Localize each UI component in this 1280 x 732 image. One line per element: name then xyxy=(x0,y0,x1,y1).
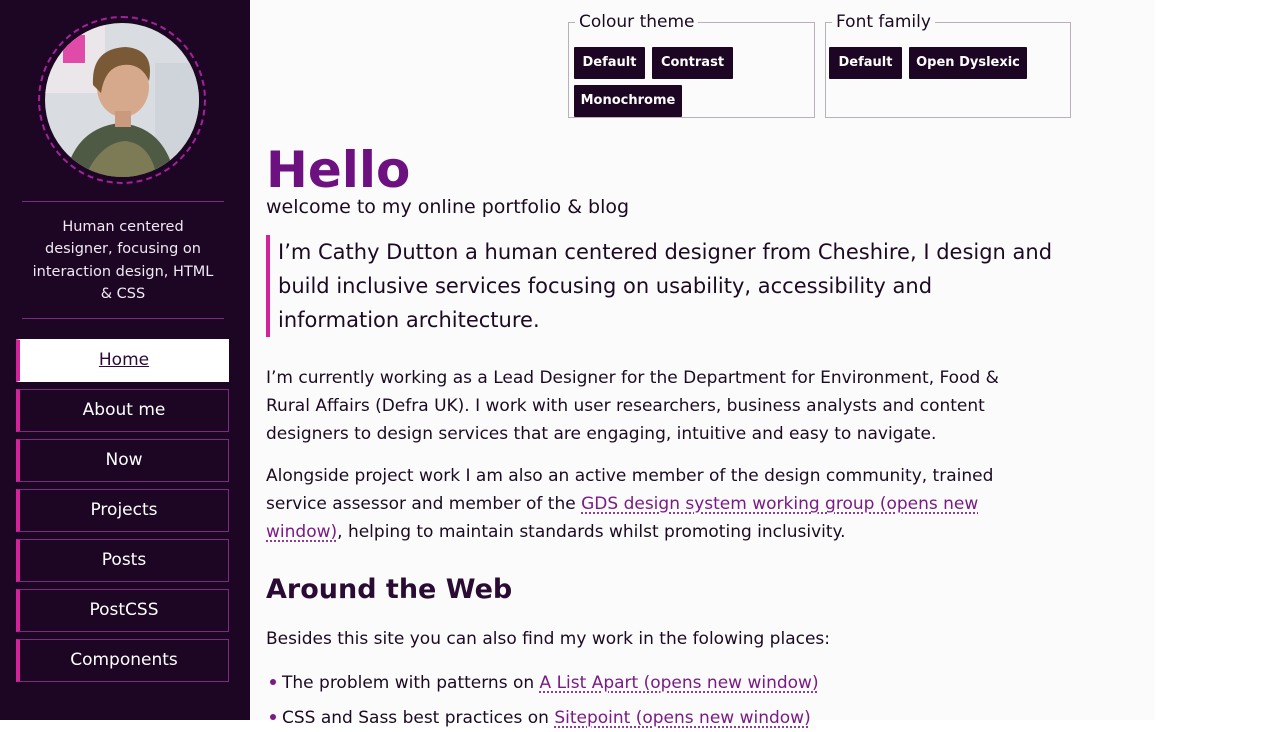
nav-posts[interactable]: Posts xyxy=(16,539,229,582)
nav-projects[interactable]: Projects xyxy=(16,489,229,532)
page-subtitle: welcome to my online portfolio & blog xyxy=(266,196,629,218)
intro-lead: I’m Cathy Dutton a human centered design… xyxy=(266,235,1056,337)
colour-monochrome-button[interactable]: Monochrome xyxy=(574,85,682,117)
colour-default-button[interactable]: Default xyxy=(574,47,645,79)
nav-about-me[interactable]: About me xyxy=(16,389,229,432)
sitepoint-link[interactable]: Sitepoint (opens new window) xyxy=(554,708,810,728)
avatar xyxy=(45,23,199,177)
paragraph-community: Alongside project work I am also an acti… xyxy=(266,462,1036,546)
list-item-text: The problem with patterns on xyxy=(282,673,540,693)
colour-theme-legend: Colour theme xyxy=(575,12,698,32)
list-item-text: CSS and Sass best practices on xyxy=(282,708,554,728)
font-default-button[interactable]: Default xyxy=(829,47,902,79)
sidebar-divider-bottom xyxy=(22,318,224,319)
nav-components[interactable]: Components xyxy=(16,639,229,682)
a-list-apart-link[interactable]: A List Apart (opens new window) xyxy=(540,673,819,693)
nav-postcss[interactable]: PostCSS xyxy=(16,589,229,632)
sidebar-divider-top xyxy=(22,201,224,202)
bullet-icon xyxy=(270,679,276,685)
paragraph-community-tail: , helping to maintain standards whilst p… xyxy=(337,522,845,542)
around-the-web-intro: Besides this site you can also find my w… xyxy=(266,625,1036,653)
nav-now[interactable]: Now xyxy=(16,439,229,482)
page-margin xyxy=(1155,0,1280,720)
nav-home[interactable]: Home xyxy=(16,339,229,382)
paragraph-role: I’m currently working as a Lead Designer… xyxy=(266,364,1036,448)
bullet-icon xyxy=(270,714,276,720)
list-item: The problem with patterns on A List Apar… xyxy=(266,669,819,697)
sidebar: Human centered designer, focusing on int… xyxy=(0,0,250,720)
font-open-dyslexic-button[interactable]: Open Dyslexic xyxy=(909,47,1027,79)
list-item: CSS and Sass best practices on Sitepoint… xyxy=(266,704,811,732)
page-title: Hello xyxy=(266,140,410,200)
font-family-legend: Font family xyxy=(832,12,935,32)
around-the-web-heading: Around the Web xyxy=(266,574,512,605)
tagline: Human centered designer, focusing on int… xyxy=(30,216,216,305)
colour-contrast-button[interactable]: Contrast xyxy=(652,47,733,79)
